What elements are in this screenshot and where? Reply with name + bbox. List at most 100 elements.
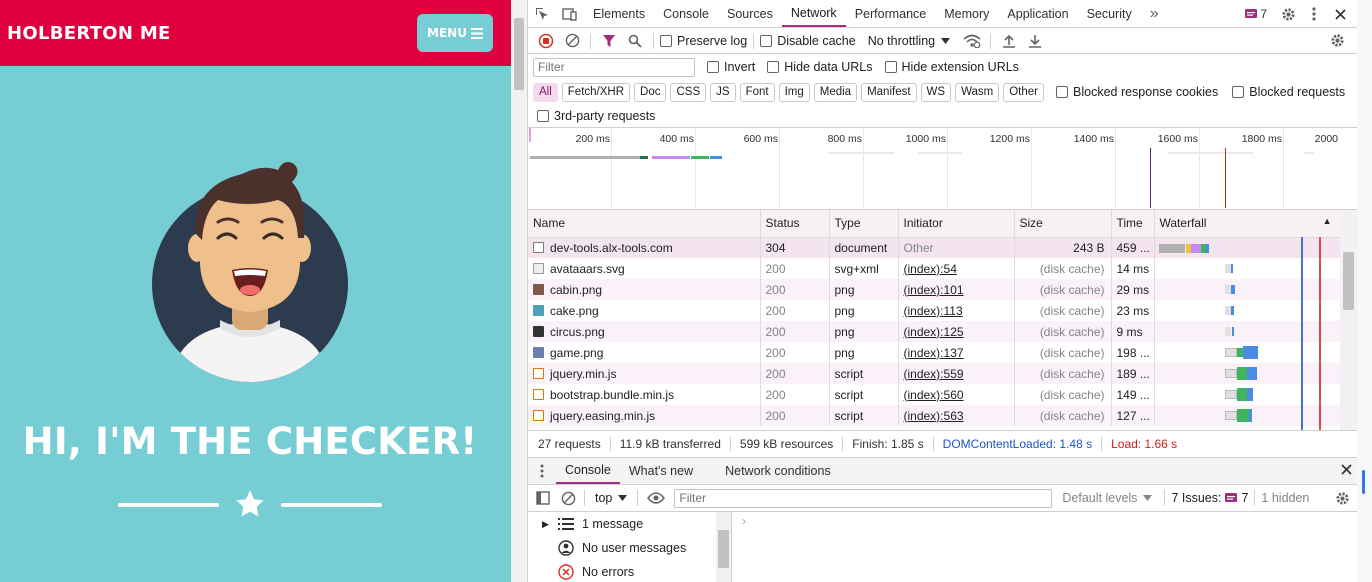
filter-funnel-icon[interactable] bbox=[597, 29, 621, 53]
requests-scrollbar[interactable] bbox=[1340, 210, 1358, 430]
gear-icon[interactable] bbox=[1277, 7, 1299, 22]
console-sidebar-scrollbar-thumb[interactable] bbox=[718, 530, 729, 568]
tab-application[interactable]: Application bbox=[998, 0, 1077, 27]
type-filter-media[interactable]: Media bbox=[813, 82, 858, 102]
blocked-response-cookies-checkbox[interactable]: Blocked response cookies bbox=[1056, 85, 1218, 99]
tab-memory[interactable]: Memory bbox=[935, 0, 998, 27]
overview-range-handle[interactable] bbox=[529, 128, 531, 142]
table-row[interactable]: avataaars.svg 200 svg+xml (index):54 (di… bbox=[528, 258, 1340, 279]
hide-extension-urls-checkbox[interactable]: Hide extension URLs bbox=[884, 60, 1019, 74]
console-issues-button[interactable]: 7 Issues: 7 bbox=[1171, 491, 1248, 505]
more-tabs-button[interactable]: » bbox=[1141, 0, 1168, 27]
table-row[interactable]: jquery.min.js 200 script (index):559 (di… bbox=[528, 363, 1340, 384]
checkbox-box[interactable] bbox=[707, 61, 719, 73]
sidebar-item-errors[interactable]: No errors bbox=[528, 560, 733, 582]
checkbox-box[interactable] bbox=[1056, 86, 1068, 98]
preserve-log-checkbox[interactable]: Preserve log bbox=[660, 34, 747, 48]
more-options-icon[interactable] bbox=[1303, 7, 1325, 21]
sidebar-item-user-messages[interactable]: No user messages bbox=[528, 536, 733, 560]
tab-console[interactable]: Console bbox=[654, 0, 718, 27]
network-settings-gear-icon[interactable] bbox=[1325, 29, 1349, 53]
table-row[interactable]: jquery.easing.min.js 200 script (index):… bbox=[528, 405, 1340, 426]
table-row[interactable]: game.png 200 png (index):137 (disk cache… bbox=[528, 342, 1340, 363]
console-sidebar-toggle-icon[interactable] bbox=[534, 491, 552, 505]
console-settings-gear-icon[interactable] bbox=[1335, 491, 1350, 509]
request-initiator[interactable]: (index):101 bbox=[898, 279, 1015, 300]
import-har-icon[interactable] bbox=[997, 29, 1021, 53]
col-name[interactable]: Name bbox=[528, 210, 761, 238]
record-stop-icon[interactable] bbox=[534, 29, 558, 53]
col-waterfall[interactable]: Waterfall ▲ bbox=[1154, 210, 1340, 238]
invert-checkbox[interactable]: Invert bbox=[707, 60, 755, 74]
request-initiator[interactable]: (index):559 bbox=[898, 363, 1015, 384]
network-overview-timeline[interactable]: 200 ms 400 ms 600 ms 800 ms 1000 ms 1200… bbox=[528, 128, 1357, 210]
hide-data-urls-checkbox[interactable]: Hide data URLs bbox=[767, 60, 873, 74]
request-initiator[interactable]: (index):137 bbox=[898, 342, 1015, 363]
console-filter-input[interactable] bbox=[674, 488, 1053, 508]
type-filter-wasm[interactable]: Wasm bbox=[955, 82, 1000, 102]
network-filter-input[interactable] bbox=[533, 57, 695, 77]
menu-button[interactable]: MENU bbox=[417, 14, 493, 52]
request-initiator[interactable]: (index):125 bbox=[898, 321, 1015, 342]
request-initiator[interactable]: (index):560 bbox=[898, 384, 1015, 405]
col-type[interactable]: Type bbox=[829, 210, 899, 238]
checkbox-box[interactable] bbox=[660, 34, 672, 47]
table-row[interactable]: dev-tools.alx-tools.com 304 document Oth… bbox=[528, 237, 1340, 258]
page-scrollbar[interactable] bbox=[511, 0, 527, 582]
table-row[interactable]: circus.png 200 png (index):125 (disk cac… bbox=[528, 321, 1340, 342]
log-levels-select[interactable]: Default levels bbox=[1062, 491, 1153, 505]
tab-network[interactable]: Network bbox=[781, 0, 846, 27]
sidebar-item-messages[interactable]: ▶ 1 message bbox=[528, 512, 733, 536]
col-initiator[interactable]: Initiator bbox=[898, 210, 1015, 238]
console-clear-icon[interactable] bbox=[558, 491, 578, 506]
checkbox-box[interactable] bbox=[1232, 86, 1245, 98]
search-icon[interactable] bbox=[623, 29, 647, 53]
console-prompt[interactable]: › bbox=[742, 514, 746, 528]
table-row[interactable]: bootstrap.bundle.min.js 200 script (inde… bbox=[528, 384, 1340, 405]
checkbox-box[interactable] bbox=[767, 61, 780, 73]
close-drawer-icon[interactable] bbox=[1341, 464, 1352, 475]
page-scrollbar-thumb[interactable] bbox=[514, 18, 524, 90]
type-filter-js[interactable]: JS bbox=[710, 82, 736, 102]
type-filter-css[interactable]: CSS bbox=[670, 82, 707, 102]
table-row[interactable]: cabin.png 200 png (index):101 (disk cach… bbox=[528, 279, 1340, 300]
drawer-tab-network-conditions[interactable]: Network conditions bbox=[716, 458, 840, 484]
network-conditions-icon[interactable] bbox=[960, 29, 984, 53]
blocked-requests-checkbox[interactable]: Blocked requests bbox=[1232, 85, 1345, 99]
type-filter-font[interactable]: Font bbox=[739, 82, 775, 102]
issues-counter[interactable]: 7 bbox=[1239, 7, 1273, 21]
tab-sources[interactable]: Sources bbox=[718, 0, 782, 27]
type-filter-all[interactable]: All bbox=[533, 82, 558, 102]
type-filter-ws[interactable]: WS bbox=[920, 82, 952, 102]
clear-icon[interactable] bbox=[560, 29, 584, 53]
type-filter-doc[interactable]: Doc bbox=[634, 82, 667, 102]
device-toolbar-icon[interactable] bbox=[556, 0, 584, 27]
request-initiator[interactable]: (index):563 bbox=[898, 405, 1015, 426]
type-filter-manifest[interactable]: Manifest bbox=[861, 82, 917, 102]
console-output[interactable]: › bbox=[734, 512, 1357, 582]
requests-scrollbar-thumb[interactable] bbox=[1343, 252, 1354, 310]
live-expression-eye-icon[interactable] bbox=[644, 492, 668, 504]
checkbox-box[interactable] bbox=[760, 34, 773, 47]
third-party-checkbox[interactable]: 3rd-party requests bbox=[537, 109, 655, 123]
site-brand[interactable]: HOLBERTON ME bbox=[7, 23, 171, 44]
drawer-menu-icon[interactable] bbox=[528, 458, 556, 484]
tab-performance[interactable]: Performance bbox=[846, 0, 936, 27]
type-filter-img[interactable]: Img bbox=[778, 82, 810, 102]
throttling-select[interactable]: No throttling bbox=[868, 34, 951, 48]
export-har-icon[interactable] bbox=[1023, 29, 1047, 53]
tab-elements[interactable]: Elements bbox=[584, 0, 654, 27]
col-status[interactable]: Status bbox=[760, 210, 830, 238]
console-sidebar-scrollbar[interactable] bbox=[716, 512, 732, 582]
disable-cache-checkbox[interactable]: Disable cache bbox=[760, 34, 856, 48]
checkbox-box[interactable] bbox=[884, 61, 897, 73]
drawer-tab-whats-new[interactable]: What's new bbox=[620, 458, 702, 484]
drawer-tab-console[interactable]: Console bbox=[556, 458, 620, 484]
checkbox-box[interactable] bbox=[537, 109, 549, 122]
tab-security[interactable]: Security bbox=[1078, 0, 1141, 27]
inspect-element-icon[interactable] bbox=[528, 0, 556, 27]
table-row[interactable]: cake.png 200 png (index):113 (disk cache… bbox=[528, 300, 1340, 321]
type-filter-fetch-xhr[interactable]: Fetch/XHR bbox=[561, 82, 631, 102]
close-devtools-icon[interactable] bbox=[1329, 8, 1351, 20]
context-select[interactable]: top bbox=[595, 491, 628, 505]
